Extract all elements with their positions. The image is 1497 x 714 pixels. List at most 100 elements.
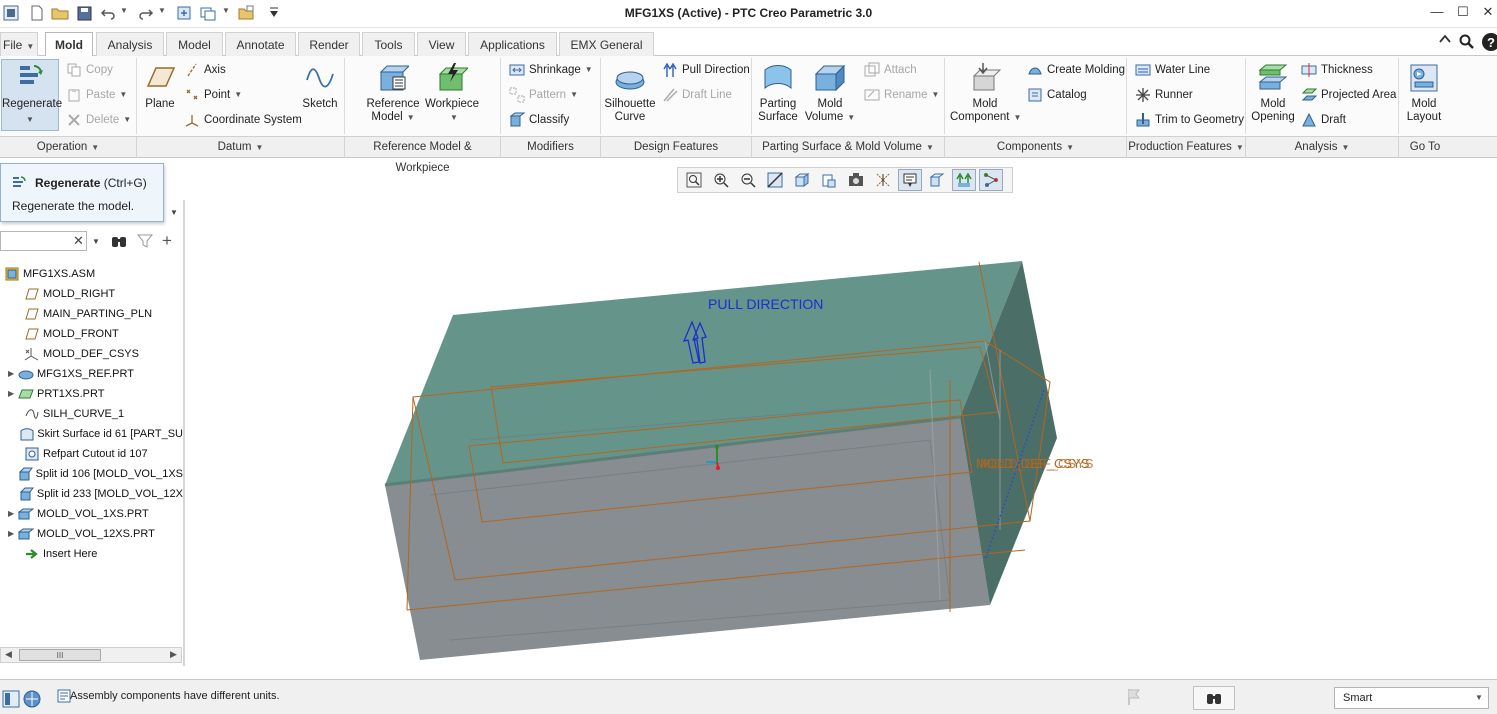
redo-icon[interactable] [137, 4, 155, 22]
tree-item-mfg1xs-ref[interactable]: ▶ MFG1XS_REF.PRT [0, 364, 183, 384]
trim-to-geometry-button[interactable]: Trim to Geometry [1135, 111, 1244, 129]
water-line-button[interactable]: Water Line [1135, 61, 1210, 79]
tab-file[interactable]: File ▼ [0, 32, 38, 56]
clear-search-icon[interactable]: ✕ [73, 233, 84, 249]
tab-analysis[interactable]: Analysis [96, 32, 164, 56]
shrinkage-button[interactable]: Shrinkage ▼ [509, 61, 593, 79]
delete-button[interactable]: Delete ▼ [66, 111, 131, 129]
group-production-features[interactable]: Production Features ▼ [1127, 137, 1246, 158]
close-window-icon[interactable] [237, 4, 255, 22]
copy-button[interactable]: Copy [66, 61, 113, 79]
network-display-icon[interactable] [979, 169, 1003, 191]
tree-item-mold-def-csys[interactable]: MOLD_DEF_CSYS [0, 344, 183, 364]
datum-display-filters-icon[interactable] [871, 169, 895, 191]
paste-button[interactable]: Paste ▼ [66, 86, 127, 104]
ribbon-collapse-icon[interactable] [1439, 34, 1451, 47]
workpiece-dropdown-icon[interactable]: ▼ [428, 111, 480, 124]
mold-display-icon[interactable] [952, 169, 976, 191]
axis-button[interactable]: Axis [184, 61, 226, 79]
tree-item-split-233[interactable]: Split id 233 [MOLD_VOL_12X [0, 484, 183, 504]
show-browser-icon[interactable] [23, 690, 41, 711]
reference-model-button[interactable]: Reference Model ▼ [365, 62, 421, 124]
repaint-icon[interactable] [763, 169, 787, 191]
windows-icon[interactable] [199, 4, 217, 22]
expand-icon[interactable]: ▶ [8, 364, 18, 384]
tree-root[interactable]: MFG1XS.ASM [0, 264, 183, 284]
thickness-button[interactable]: Thickness [1301, 61, 1373, 79]
expand-icon[interactable]: ▶ [8, 524, 18, 544]
help-icon[interactable]: ? [1481, 32, 1497, 55]
draft-line-button[interactable]: Draft Line [662, 86, 732, 104]
regenerate-dropdown-icon[interactable]: ▼ [2, 113, 58, 126]
customize-quick-access-icon[interactable] [265, 4, 283, 22]
tree-horizontal-scrollbar[interactable]: ◀ III ▶ [0, 647, 182, 663]
close-icon[interactable]: ✕ [1477, 4, 1497, 22]
group-datum[interactable]: Datum ▼ [137, 137, 345, 158]
pattern-button[interactable]: Pattern ▼ [509, 86, 578, 104]
tree-item-insert-here[interactable]: Insert Here [0, 544, 183, 564]
tab-mold[interactable]: Mold [45, 32, 93, 57]
mold-component-button[interactable]: Mold Component ▼ [950, 62, 1021, 124]
group-components[interactable]: Components ▼ [945, 137, 1127, 158]
graphics-flag-icon[interactable] [1127, 688, 1141, 709]
saved-orientations-icon[interactable] [817, 169, 841, 191]
view-manager-icon[interactable] [844, 169, 868, 191]
minimize-icon[interactable]: — [1426, 4, 1448, 22]
undo-dropdown-icon[interactable]: ▼ [120, 6, 128, 15]
tree-item-silh-curve[interactable]: SILH_CURVE_1 [0, 404, 183, 424]
tab-tools[interactable]: Tools [362, 32, 415, 56]
redo-dropdown-icon[interactable]: ▼ [158, 6, 166, 15]
coordinate-system-button[interactable]: Coordinate System [184, 111, 302, 129]
add-column-icon[interactable]: + [162, 231, 172, 251]
undo-icon[interactable] [99, 4, 117, 22]
search-icon[interactable] [1459, 34, 1475, 53]
catalog-button[interactable]: Catalog [1027, 86, 1087, 104]
tree-item-mold-vol-1xs[interactable]: ▶ MOLD_VOL_1XS.PRT [0, 504, 183, 524]
new-file-icon[interactable] [28, 4, 46, 22]
zoom-out-icon[interactable] [736, 169, 760, 191]
tree-item-refpart-cutout[interactable]: Refpart Cutout id 107 [0, 444, 183, 464]
find-binoculars-icon[interactable] [110, 233, 128, 252]
classify-button[interactable]: Classify [509, 111, 569, 129]
regenerate-button[interactable]: Regenerate ▼ [1, 59, 62, 131]
tree-item-prt1xs[interactable]: ▶ PRT1XS.PRT [0, 384, 183, 404]
group-parting-surface-mold-volume[interactable]: Parting Surface & Mold Volume ▼ [752, 137, 945, 158]
expand-icon[interactable]: ▶ [8, 384, 18, 404]
creo-app-icon[interactable] [2, 4, 20, 22]
scroll-right-icon[interactable]: ▶ [170, 649, 177, 660]
scroll-left-icon[interactable]: ◀ [5, 649, 12, 660]
point-button[interactable]: Point ▼ [184, 86, 242, 104]
refit-icon[interactable] [682, 169, 706, 191]
display-style-icon[interactable] [790, 169, 814, 191]
filter-icon[interactable] [136, 233, 154, 252]
zoom-in-icon[interactable] [709, 169, 733, 191]
group-analysis[interactable]: Analysis ▼ [1246, 137, 1399, 158]
pull-direction-button[interactable]: Pull Direction [662, 61, 750, 79]
create-molding-button[interactable]: Create Molding [1027, 61, 1125, 79]
group-operation[interactable]: Operation ▼ [0, 137, 137, 158]
tab-annotate[interactable]: Annotate [225, 32, 296, 56]
open-folder-icon[interactable] [51, 4, 69, 22]
workpiece-button[interactable]: Workpiece ▼ [424, 62, 480, 124]
runner-button[interactable]: Runner [1135, 86, 1193, 104]
tab-emx-general[interactable]: EMX General [559, 32, 654, 56]
tab-model[interactable]: Model [166, 32, 223, 56]
tree-item-main-parting-pln[interactable]: MAIN_PARTING_PLN [0, 304, 183, 324]
rename-button[interactable]: Rename ▼ [864, 86, 939, 104]
scroll-thumb[interactable]: III [19, 649, 101, 661]
maximize-icon[interactable]: ☐ [1452, 4, 1474, 22]
mold-opening-button[interactable]: Mold Opening [1249, 62, 1297, 124]
message-log-icon[interactable] [57, 689, 71, 706]
search-dropdown-icon[interactable]: ▼ [92, 237, 100, 246]
tree-item-mold-vol-12xs[interactable]: ▶ MOLD_VOL_12XS.PRT [0, 524, 183, 544]
tree-item-split-106[interactable]: Split id 106 [MOLD_VOL_1XS [0, 464, 183, 484]
annotation-display-icon[interactable] [898, 169, 922, 191]
model-tree-settings-dropdown-icon[interactable]: ▼ [170, 208, 178, 217]
mold-volume-button[interactable]: Mold Volume ▼ [804, 62, 856, 124]
show-navigator-icon[interactable] [2, 690, 20, 711]
tab-view[interactable]: View [417, 32, 466, 56]
tab-render[interactable]: Render [298, 32, 360, 56]
mold-layout-button[interactable]: Mold Layout [1402, 62, 1446, 124]
sketch-button[interactable]: Sketch [300, 62, 340, 111]
attach-button[interactable]: Attach [864, 61, 917, 79]
